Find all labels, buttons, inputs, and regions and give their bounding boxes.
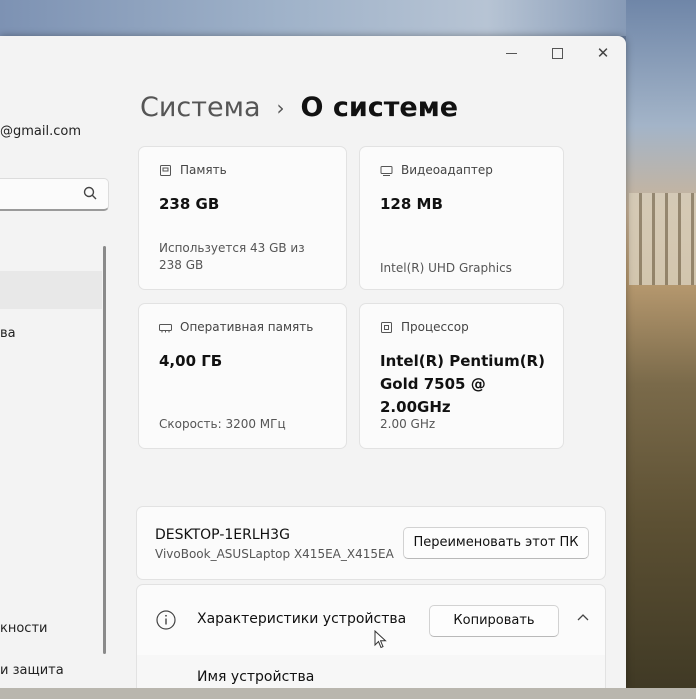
minimize-icon	[505, 53, 517, 54]
sidebar-item-selected[interactable]	[0, 271, 102, 309]
desktop-wallpaper	[0, 0, 696, 36]
ram-card-title: Оперативная память	[180, 320, 314, 334]
maximize-button[interactable]	[548, 44, 566, 62]
device-specs-detail: Имя устройства	[136, 655, 606, 688]
processor-card-value: Intel(R) Pentium(R) Gold 7505 @ 2.00GHz	[380, 352, 545, 416]
processor-card: Процессор Intel(R) Pentium(R) Gold 7505 …	[359, 303, 564, 449]
breadcrumb: Система › О системе	[140, 92, 458, 123]
display-adapter-icon	[380, 165, 393, 176]
search-icon	[83, 186, 97, 200]
close-button[interactable]: ✕	[594, 44, 612, 62]
device-name: DESKTOP-1ERLH3G	[155, 527, 290, 543]
minimize-button[interactable]	[502, 44, 520, 62]
sidebar-item-partial-3[interactable]: и защита	[0, 663, 64, 678]
wallpaper-building	[629, 193, 696, 285]
device-name-label: Имя устройства	[197, 669, 315, 685]
sidebar-item-partial-1[interactable]: ва	[0, 326, 16, 341]
breadcrumb-separator: ›	[276, 95, 285, 120]
device-model: VivoBook_ASUSLaptop X415EA_X415EA	[155, 547, 394, 561]
processor-card-title: Процессор	[401, 320, 469, 334]
maximize-icon	[551, 48, 563, 59]
sidebar-item-partial-2[interactable]: кности	[0, 621, 47, 636]
desktop-wallpaper-side	[626, 0, 696, 699]
chevron-up-icon[interactable]	[577, 613, 589, 621]
video-adapter-card-value: 128 MB	[380, 195, 443, 213]
settings-window: ✕ @gmail.com ва кности и защита Система …	[0, 36, 626, 688]
screen-bezel	[0, 688, 696, 699]
search-input[interactable]	[0, 178, 109, 211]
device-name-panel: DESKTOP-1ERLH3G VivoBook_ASUSLaptop X415…	[136, 506, 606, 580]
ram-icon	[159, 323, 172, 332]
memory-card-sub: Используется 43 GB из 238 GB	[159, 241, 305, 272]
info-icon	[156, 610, 176, 630]
page-title: О системе	[300, 92, 459, 123]
storage-icon	[160, 164, 171, 176]
sidebar-scrollbar[interactable]	[103, 246, 106, 654]
breadcrumb-parent[interactable]: Система	[140, 92, 261, 123]
memory-card-value: 238 GB	[159, 195, 220, 213]
memory-card-title: Память	[180, 163, 227, 177]
processor-icon	[381, 321, 392, 333]
window-controls: ✕	[502, 44, 612, 62]
account-email: @gmail.com	[0, 124, 82, 139]
memory-card: Память 238 GB Используется 43 GB из 238 …	[138, 146, 347, 290]
mouse-cursor-icon	[374, 630, 387, 649]
ram-card-sub: Скорость: 3200 МГц	[159, 417, 286, 431]
video-adapter-card-title: Видеоадаптер	[401, 163, 493, 177]
video-adapter-card-sub: Intel(R) UHD Graphics	[380, 261, 512, 275]
ram-card-value: 4,00 ГБ	[159, 352, 223, 370]
device-specs-header[interactable]: Характеристики устройства Копировать	[136, 584, 606, 656]
processor-card-sub: 2.00 GHz	[380, 417, 436, 431]
ram-card: Оперативная память 4,00 ГБ Скорость: 320…	[138, 303, 347, 449]
rename-pc-button[interactable]: Переименовать этот ПК	[403, 527, 589, 559]
device-specs-title: Характеристики устройства	[197, 611, 407, 627]
video-adapter-card: Видеоадаптер 128 MB Intel(R) UHD Graphic…	[359, 146, 564, 290]
copy-button[interactable]: Копировать	[429, 605, 559, 637]
